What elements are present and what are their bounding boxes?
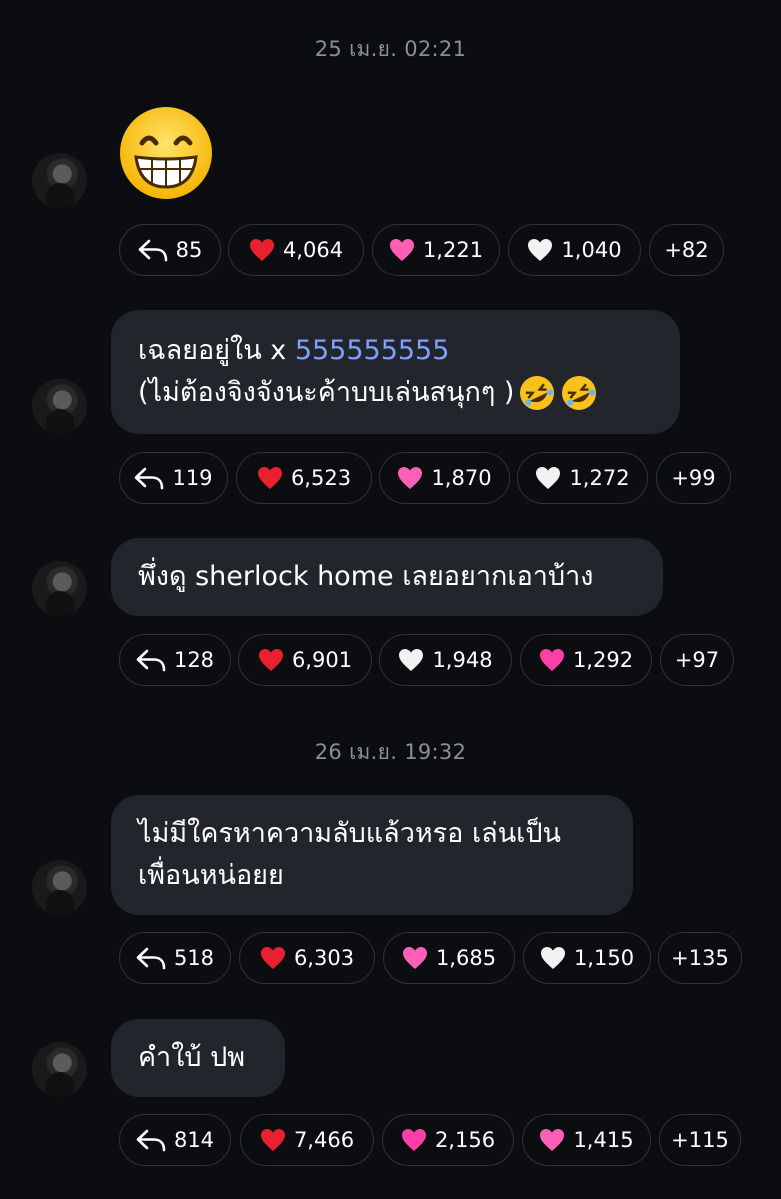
message-line: ไม่มีใครหาความลับแล้วหรอ เล่นเป็น: [138, 818, 562, 849]
more-count: +97: [674, 648, 720, 672]
reaction-white-heart[interactable]: 1,150: [523, 932, 651, 984]
timestamp: 25 เม.ย. 02:21: [314, 37, 467, 61]
reaction-pink-sparkling-heart[interactable]: 1,870: [379, 452, 510, 504]
white-heart-icon: [398, 648, 424, 672]
avatar[interactable]: [32, 1042, 87, 1097]
message-text: พึ่งดู sherlock home เลยอยากเอาบ้าง: [138, 561, 594, 592]
reply-button[interactable]: 85: [119, 224, 221, 276]
reply-button[interactable]: 119: [119, 452, 228, 504]
message-text: เฉลยอยู่ใน x: [138, 335, 295, 366]
message-link[interactable]: 555555555: [295, 335, 450, 366]
reaction-count: 2,156: [434, 1128, 496, 1152]
reaction-count: 1,150: [573, 946, 635, 970]
reaction-white-heart[interactable]: 1,948: [379, 634, 512, 686]
red-heart-icon: [257, 466, 283, 490]
avatar[interactable]: [32, 860, 87, 915]
reaction-count: 1,040: [561, 238, 622, 262]
more-count: +99: [671, 466, 716, 490]
reply-arrow-icon: [138, 238, 168, 262]
more-count: +115: [671, 1128, 729, 1152]
reaction-white-heart[interactable]: 1,040: [508, 224, 641, 276]
red-heart-icon: [260, 946, 286, 970]
message-line: เพื่อนหน่อยย: [138, 860, 284, 891]
sparkling-heart-icon: [539, 1128, 565, 1152]
reaction-count: 6,523: [290, 466, 352, 490]
reply-arrow-icon: [136, 946, 166, 970]
reaction-count: 6,901: [291, 648, 353, 672]
more-reactions-button[interactable]: +99: [656, 452, 731, 504]
rolling-laughing-emoji-icon: [562, 376, 597, 410]
reaction-count: 1,948: [432, 648, 493, 672]
more-reactions-button[interactable]: +82: [649, 224, 724, 276]
pink-heart-icon: [539, 648, 565, 672]
white-heart-icon: [535, 466, 561, 490]
avatar[interactable]: [32, 153, 87, 208]
reply-button[interactable]: 814: [119, 1114, 231, 1166]
reaction-pink-heart[interactable]: 1,292: [520, 634, 652, 686]
reply-button[interactable]: 518: [119, 932, 231, 984]
grinning-face-emoji-icon: [120, 107, 212, 199]
sparkling-heart-icon: [397, 466, 423, 490]
reaction-white-heart[interactable]: 1,272: [517, 452, 648, 504]
reaction-count: 1,685: [435, 946, 497, 970]
timestamp: 26 เม.ย. 19:32: [314, 740, 467, 764]
reaction-red-heart[interactable]: 6,523: [236, 452, 372, 504]
reply-arrow-icon: [136, 648, 166, 672]
reply-count: 814: [173, 1128, 215, 1152]
message-bubble[interactable]: ไม่มีใครหาความลับแล้วหรอ เล่นเป็น เพื่อน…: [111, 795, 633, 915]
reaction-pink-sparkling-heart[interactable]: 1,685: [383, 932, 515, 984]
red-heart-icon: [258, 648, 284, 672]
reply-button[interactable]: 128: [119, 634, 231, 686]
reaction-red-heart[interactable]: 6,303: [239, 932, 375, 984]
reaction-count: 6,303: [293, 946, 355, 970]
reaction-pink-sparkling-heart[interactable]: 1,221: [372, 224, 500, 276]
message-bubble[interactable]: พึ่งดู sherlock home เลยอยากเอาบ้าง: [111, 538, 663, 616]
pink-heart-icon: [401, 1128, 427, 1152]
more-reactions-button[interactable]: +135: [658, 932, 742, 984]
message-text: คำใบ้ ปพ: [138, 1042, 246, 1073]
message-bubble[interactable]: เฉลยอยู่ใน x 555555555 (ไม่ต้องจิงจังนะค…: [111, 310, 680, 434]
avatar[interactable]: [32, 379, 87, 434]
reaction-count: 1,221: [422, 238, 484, 262]
reaction-pink-sparkling-heart[interactable]: 1,415: [522, 1114, 651, 1166]
avatar[interactable]: [32, 561, 87, 616]
reply-arrow-icon: [136, 1128, 166, 1152]
reply-count: 119: [172, 466, 213, 490]
more-reactions-button[interactable]: +115: [659, 1114, 741, 1166]
reaction-pink-heart[interactable]: 2,156: [382, 1114, 514, 1166]
reaction-count: 1,292: [572, 648, 634, 672]
reaction-count: 1,415: [573, 1128, 634, 1152]
more-count: +135: [671, 946, 729, 970]
reaction-count: 7,466: [293, 1128, 355, 1152]
reply-arrow-icon: [134, 466, 164, 490]
white-heart-icon: [527, 238, 553, 262]
reply-count: 128: [173, 648, 215, 672]
red-heart-icon: [260, 1128, 286, 1152]
message-line: เฉลยอยู่ใน x 555555555: [138, 330, 653, 372]
reaction-count: 1,272: [569, 466, 630, 490]
reply-count: 518: [173, 946, 215, 970]
rolling-laughing-emoji-icon: [520, 376, 555, 410]
reaction-red-heart[interactable]: 4,064: [228, 224, 364, 276]
reaction-count: 1,870: [431, 466, 492, 490]
message-bubble[interactable]: คำใบ้ ปพ: [111, 1019, 285, 1097]
reaction-red-heart[interactable]: 7,466: [240, 1114, 374, 1166]
sparkling-heart-icon: [402, 946, 428, 970]
reaction-count: 4,064: [282, 238, 344, 262]
sparkling-heart-icon: [389, 238, 415, 262]
red-heart-icon: [249, 238, 275, 262]
white-heart-icon: [540, 946, 566, 970]
reaction-red-heart[interactable]: 6,901: [238, 634, 372, 686]
more-count: +82: [664, 238, 709, 262]
reply-count: 85: [175, 238, 203, 262]
more-reactions-button[interactable]: +97: [660, 634, 734, 686]
message-text: (ไม่ต้องจิงจังนะค้าบบเล่นสนุกๆ ): [138, 377, 515, 408]
message-line: (ไม่ต้องจิงจังนะค้าบบเล่นสนุกๆ ): [138, 372, 653, 414]
